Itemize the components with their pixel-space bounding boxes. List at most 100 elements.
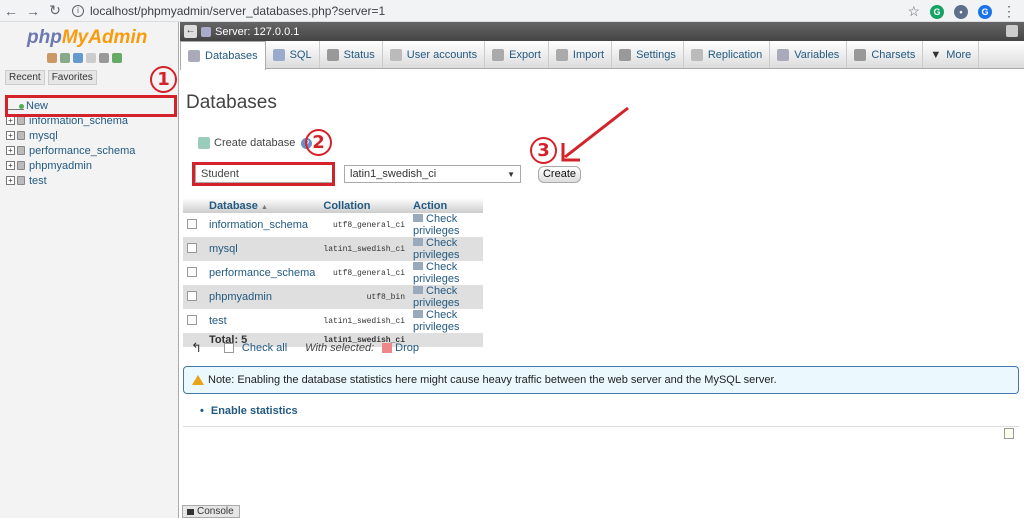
variables-icon	[777, 48, 790, 61]
import-icon	[555, 48, 568, 61]
db-name-link[interactable]: information_schema	[205, 213, 320, 237]
expand-icon[interactable]: +	[6, 131, 15, 140]
expand-icon[interactable]: +	[6, 146, 15, 155]
table-row: phpmyadmin utf8_bin Check privileges	[183, 285, 483, 309]
reload-nav-icon[interactable]	[112, 53, 122, 63]
table-row: performance_schema utf8_general_ci Check…	[183, 261, 483, 285]
db-collation: latin1_swedish_ci	[319, 309, 410, 333]
tab-favorites[interactable]: Favorites	[47, 70, 97, 85]
reload-icon[interactable]: ↻	[44, 2, 66, 19]
db-name-link[interactable]: phpmyadmin	[205, 285, 320, 309]
home-icon[interactable]	[47, 53, 57, 63]
annotation-marker-2: 2	[305, 129, 332, 156]
header-action: Action	[409, 198, 483, 213]
warning-icon	[192, 375, 204, 385]
collapse-nav-icon[interactable]: ←	[184, 25, 197, 38]
url-text: localhost/phpmyadmin/server_databases.ph…	[90, 3, 386, 18]
console-toggle[interactable]: Console	[182, 505, 240, 518]
row-checkbox[interactable]	[187, 290, 197, 301]
check-privileges-link[interactable]: Check privileges	[409, 309, 483, 333]
back-icon[interactable]: ←	[0, 3, 22, 19]
wrench-icon	[619, 48, 632, 61]
db-collation: utf8_general_ci	[319, 261, 410, 285]
tree-item-phpmyadmin[interactable]: + phpmyadmin	[6, 158, 135, 173]
db-collation: latin1_swedish_ci	[319, 237, 410, 261]
phpmyadmin-logo[interactable]: phpMyAdmin	[27, 27, 147, 49]
db-name-link[interactable]: test	[205, 309, 320, 333]
check-privileges-link[interactable]: Check privileges	[409, 285, 483, 309]
header-collation[interactable]: Collation	[319, 198, 410, 213]
tab-status[interactable]: Status	[320, 41, 383, 68]
table-row: mysql latin1_swedish_ci Check privileges	[183, 237, 483, 261]
settings-gear-icon[interactable]	[99, 53, 109, 63]
tab-settings[interactable]: Settings	[612, 41, 684, 68]
row-checkbox[interactable]	[187, 218, 197, 229]
tab-variables[interactable]: Variables	[770, 41, 848, 68]
row-checkbox[interactable]	[187, 314, 197, 325]
chevron-down-icon: ▼	[930, 48, 942, 61]
server-breadcrumb: ← Server: 127.0.0.1	[180, 22, 1024, 41]
tab-user-accounts[interactable]: User accounts	[383, 41, 486, 68]
enable-statistics-link[interactable]: Enable statistics	[200, 405, 298, 417]
address-bar[interactable]: i localhost/phpmyadmin/server_databases.…	[72, 4, 385, 18]
drop-button[interactable]: Drop	[395, 342, 419, 354]
status-icon	[326, 48, 339, 61]
collation-select[interactable]: latin1_swedish_ci ▼	[344, 165, 521, 183]
database-icon	[17, 161, 25, 170]
header-database[interactable]: Database ▲	[205, 198, 320, 213]
annotation-marker-3: 3	[530, 137, 557, 164]
info-icon[interactable]: i	[72, 4, 84, 17]
privileges-icon	[413, 238, 424, 246]
create-button[interactable]: Create	[538, 166, 581, 183]
check-privileges-link[interactable]: Check privileges	[409, 261, 483, 285]
page-settings-icon[interactable]	[1004, 428, 1014, 439]
tree-item-performance-schema[interactable]: + performance_schema	[6, 143, 135, 158]
privileges-icon	[413, 214, 424, 222]
tree-item-test[interactable]: + test	[6, 173, 135, 188]
annotation-box-input	[192, 162, 335, 186]
annotation-box-new	[5, 95, 177, 117]
create-database-icon	[198, 137, 210, 149]
extension-icon[interactable]: •	[954, 4, 968, 19]
database-icon	[17, 146, 25, 155]
tab-export[interactable]: Export	[485, 41, 549, 68]
check-privileges-link[interactable]: Check privileges	[409, 213, 483, 237]
expand-icon[interactable]: +	[6, 176, 15, 185]
tab-recent[interactable]: Recent	[5, 70, 45, 85]
export-icon	[492, 48, 505, 61]
check-all-checkbox[interactable]	[223, 343, 234, 353]
page-title: Databases	[186, 92, 277, 113]
docs-icon[interactable]	[86, 53, 96, 63]
db-name-link[interactable]: mysql	[205, 237, 320, 261]
tab-replication[interactable]: Replication	[684, 41, 771, 68]
check-all-label[interactable]: Check all	[242, 342, 287, 354]
fullscreen-icon[interactable]	[1006, 25, 1018, 37]
bookmark-star-icon[interactable]: ☆	[907, 3, 920, 20]
row-checkbox[interactable]	[187, 266, 197, 277]
tab-more[interactable]: ▼ More	[923, 41, 980, 68]
tab-import[interactable]: Import	[549, 41, 613, 68]
forward-icon[interactable]: →	[22, 3, 44, 19]
db-collation: utf8_bin	[319, 285, 410, 309]
grammarly-extension-icon[interactable]: G	[930, 4, 944, 19]
users-icon	[389, 48, 402, 61]
tab-charsets[interactable]: Charsets	[847, 41, 924, 68]
header-checkbox-col	[183, 198, 205, 213]
help-icon[interactable]	[73, 53, 83, 63]
browser-menu-icon[interactable]: ⋮	[1002, 3, 1016, 20]
with-selected-label: With selected:	[305, 342, 375, 354]
drop-icon	[382, 343, 393, 353]
tab-sql[interactable]: SQL	[266, 41, 320, 68]
logout-icon[interactable]	[60, 53, 70, 63]
nav-quick-icons	[47, 53, 122, 63]
console-icon	[187, 508, 194, 515]
tree-item-mysql[interactable]: + mysql	[6, 128, 135, 143]
row-checkbox[interactable]	[187, 242, 197, 253]
expand-icon[interactable]: +	[6, 161, 15, 170]
check-privileges-link[interactable]: Check privileges	[409, 237, 483, 261]
server-label[interactable]: Server: 127.0.0.1	[215, 26, 299, 38]
expand-icon[interactable]: +	[6, 116, 15, 125]
tab-databases[interactable]: Databases	[180, 41, 266, 70]
profile-avatar[interactable]: G	[978, 4, 992, 19]
db-name-link[interactable]: performance_schema	[205, 261, 320, 285]
